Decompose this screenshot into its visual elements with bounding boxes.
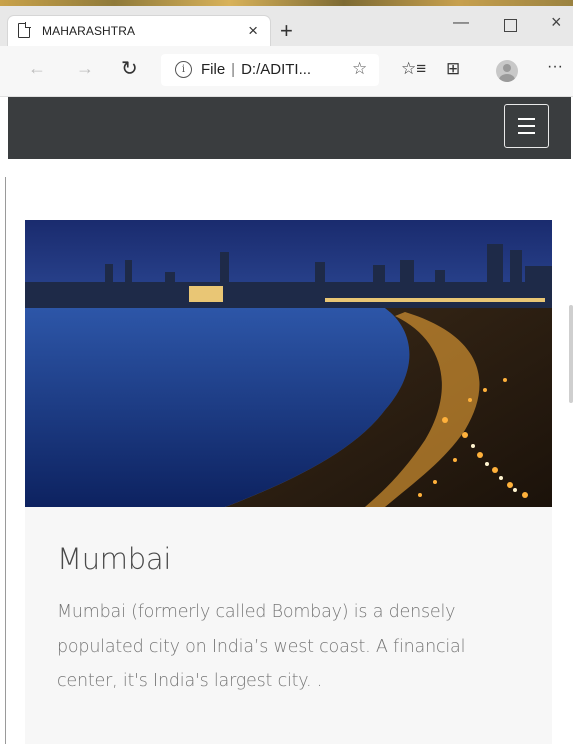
address-bar[interactable]: i File | D:/ADITI... ☆: [161, 54, 379, 86]
back-icon[interactable]: ←: [28, 58, 46, 79]
site-navbar: [8, 97, 571, 159]
hamburger-icon[interactable]: [504, 104, 549, 148]
profile-icon[interactable]: [496, 60, 518, 82]
scrollbar-thumb[interactable]: [569, 305, 573, 403]
page-left-border: [5, 177, 6, 744]
address-scheme: File: [201, 61, 226, 78]
page-icon: [18, 22, 31, 38]
refresh-icon[interactable]: ↻: [121, 56, 138, 81]
city-card: Mumbai Mumbai (formerly called Bombay) i…: [25, 220, 552, 744]
tab-title: MAHARASHTRA: [42, 24, 136, 38]
address-separator: |: [231, 61, 236, 78]
collections-icon[interactable]: ⊞: [446, 59, 460, 79]
new-tab-button[interactable]: +: [280, 18, 293, 44]
browser-tab[interactable]: MAHARASHTRA ×: [8, 16, 270, 46]
window-close-button[interactable]: ×: [551, 12, 562, 33]
card-description: Mumbai (formerly called Bombay) is a den…: [57, 602, 466, 691]
forward-icon[interactable]: →: [76, 58, 94, 79]
info-icon[interactable]: i: [175, 61, 192, 78]
maximize-button[interactable]: [504, 19, 517, 32]
star-icon[interactable]: ☆: [352, 59, 367, 79]
address-text: File | D:/ADITI...: [201, 61, 311, 78]
tab-close-button[interactable]: ×: [248, 21, 258, 41]
favorites-icon[interactable]: ☆≡: [401, 59, 426, 79]
more-icon[interactable]: ···: [547, 58, 563, 76]
minimize-button[interactable]: —: [453, 14, 469, 32]
card-title: Mumbai: [57, 542, 172, 576]
browser-toolbar: ← → ↻ i File | D:/ADITI... ☆ ☆≡ ⊞ ···: [0, 46, 573, 97]
mumbai-skyline-graphic: [25, 220, 552, 507]
mumbai-image: [25, 220, 552, 507]
browser-tab-strip: MAHARASHTRA × + — ×: [0, 6, 573, 46]
address-path: D:/ADITI...: [241, 61, 312, 78]
